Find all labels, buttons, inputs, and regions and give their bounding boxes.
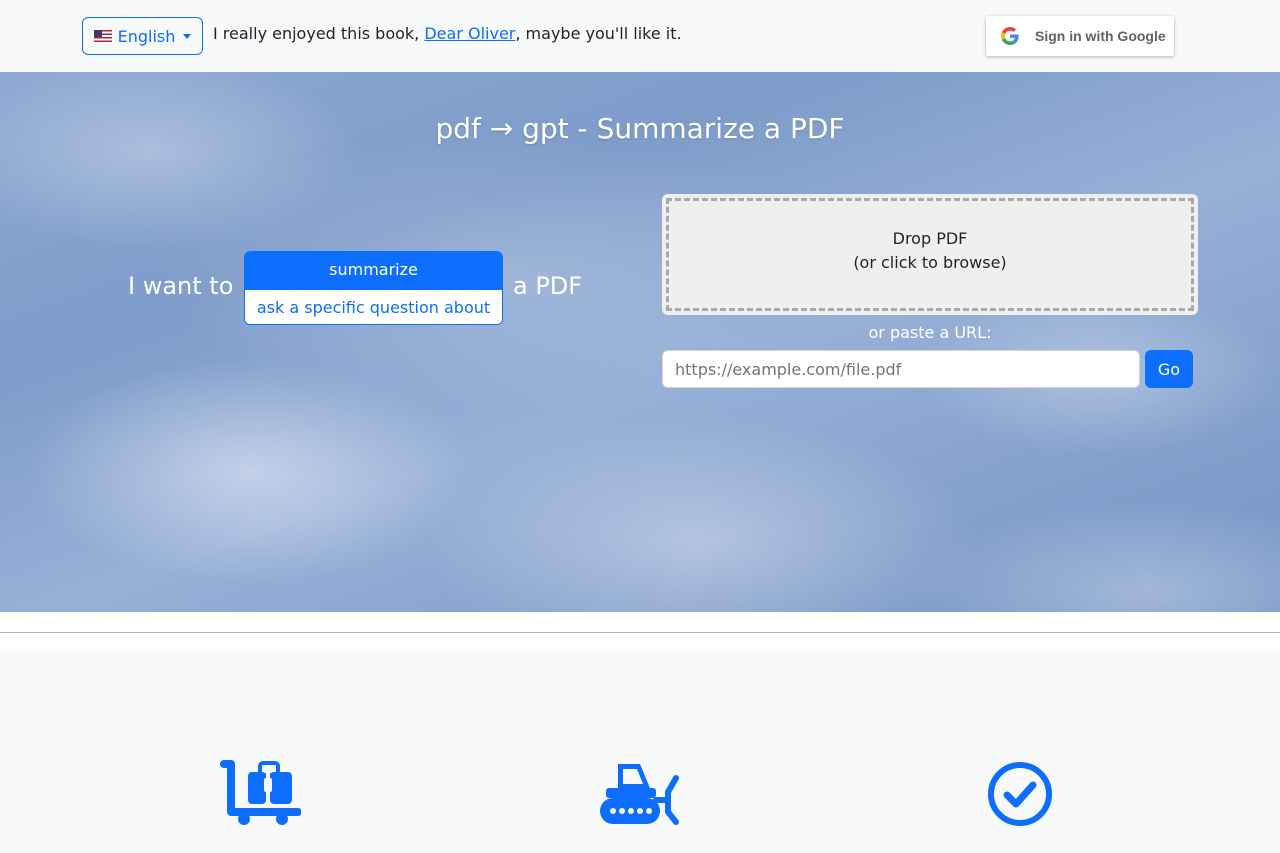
mode-option-summarize[interactable]: summarize [245,252,502,289]
top-bar: English I really enjoyed this book, Dear… [0,0,1280,72]
google-signin-button[interactable]: Sign in with Google [986,16,1174,56]
paste-url-label: or paste a URL: [868,323,992,342]
mode-selector: summarize ask a specific question about [244,251,503,325]
i-want-to-label: I want to [128,272,234,300]
divider [0,632,1280,633]
language-label: English [117,26,176,46]
dropzone-title: Drop PDF [892,229,968,248]
language-dropdown[interactable]: English [82,17,203,55]
us-flag-icon [93,30,112,42]
caret-down-icon [183,33,192,39]
check-circle-icon [988,762,1052,826]
dropzone-border: Drop PDF (or click to browse) [666,198,1194,311]
a-pdf-label: a PDF [513,272,583,300]
pdf-dropzone[interactable]: Drop PDF (or click to browse) [662,194,1198,315]
url-input[interactable] [662,350,1140,388]
page-title: pdf → gpt - Summarize a PDF [435,112,845,145]
google-logo-icon [1001,27,1019,45]
book-link[interactable]: Dear Oliver [424,24,515,43]
dropzone-subtitle: (or click to browse) [853,253,1007,272]
tagline-before: I really enjoyed this book, [213,24,425,43]
bulldozer-icon [600,764,679,825]
google-signin-label: Sign in with Google [1035,28,1166,44]
luggage-cart-icon [220,760,301,825]
hero-section: pdf → gpt - Summarize a PDF I want to su… [0,72,1280,612]
book-recommendation: I really enjoyed this book, Dear Oliver,… [213,24,682,43]
mode-option-ask-question[interactable]: ask a specific question about [245,289,502,324]
go-button[interactable]: Go [1145,350,1193,388]
tagline-after: , maybe you'll like it. [515,24,682,43]
separator-strip [0,612,1280,649]
